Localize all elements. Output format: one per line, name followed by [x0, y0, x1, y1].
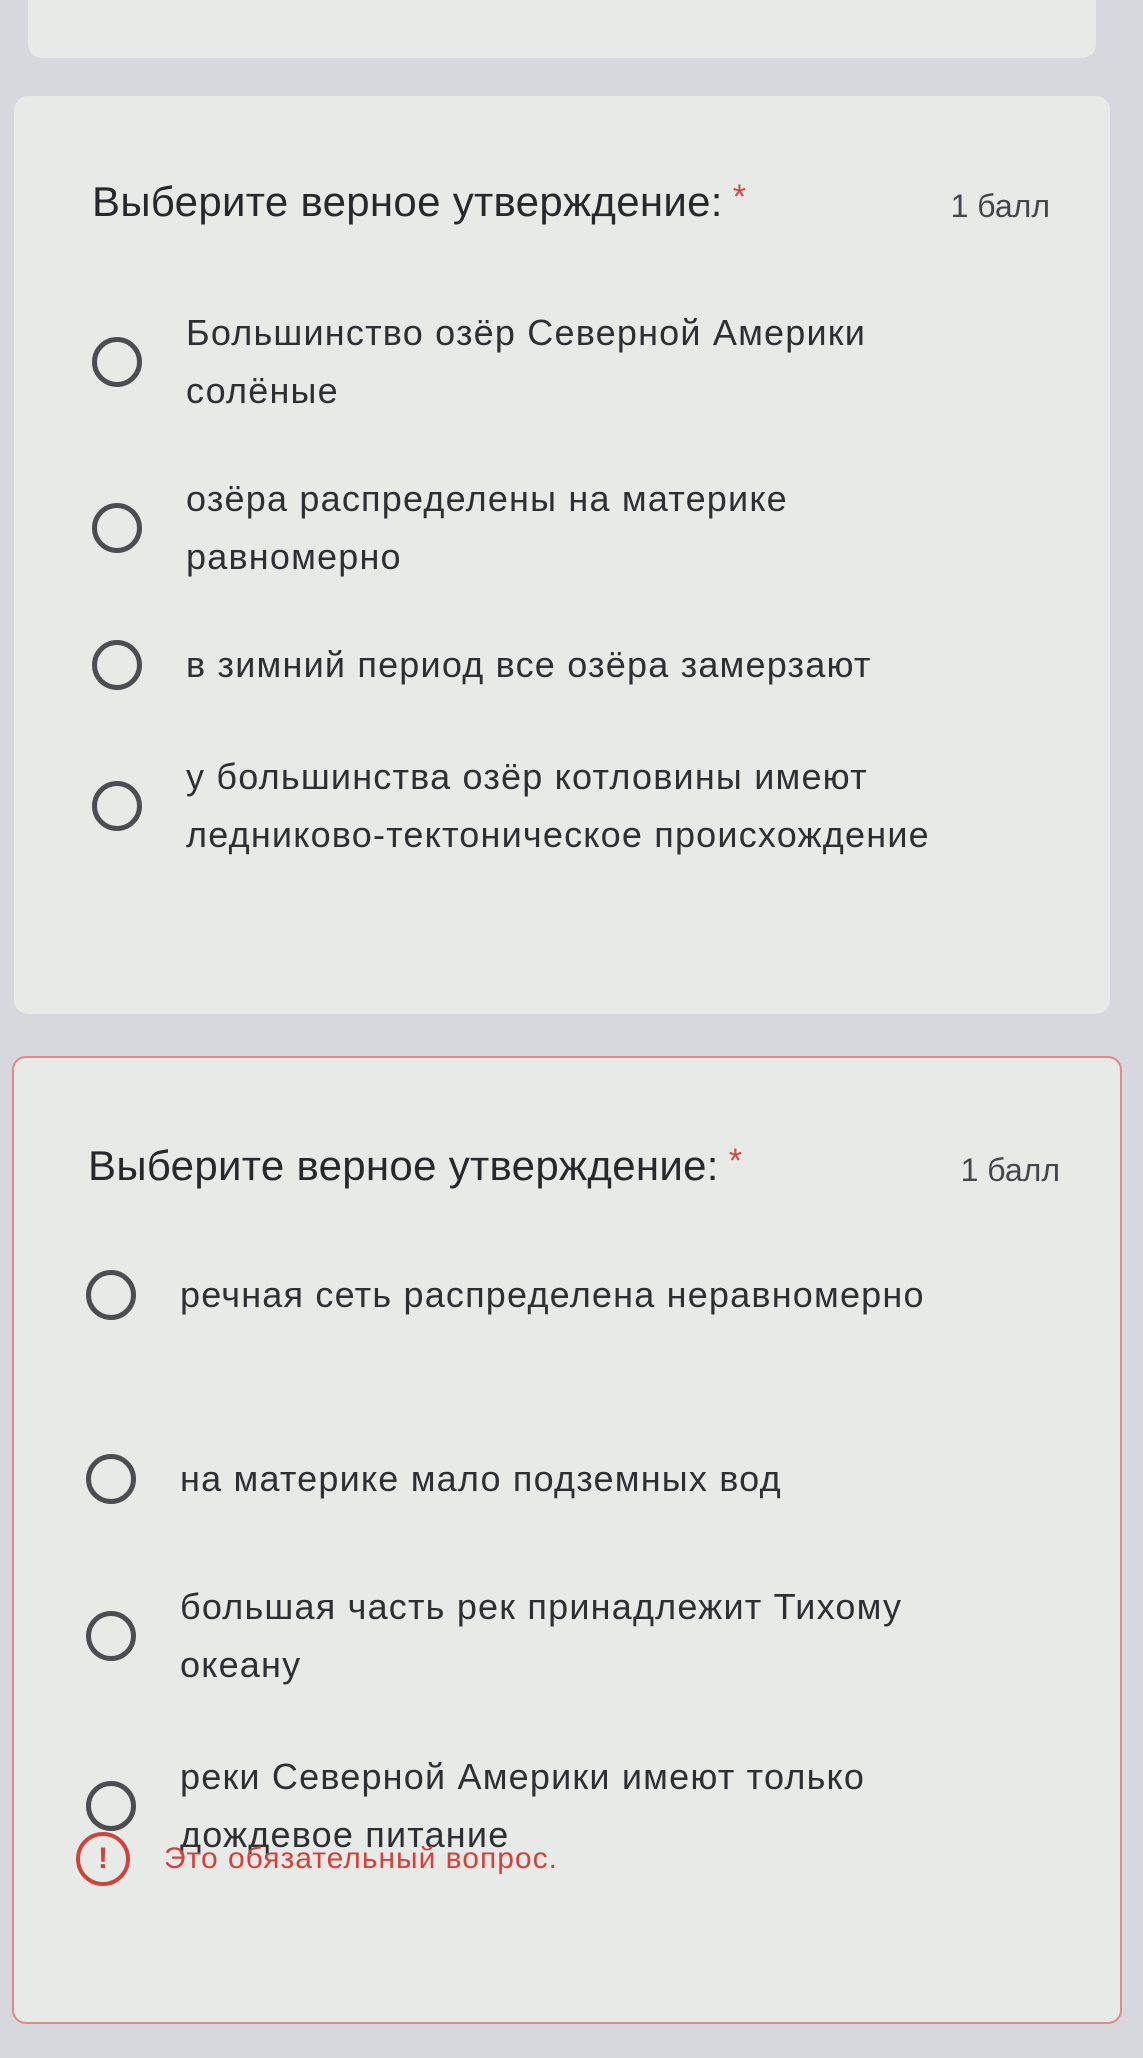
option-label: Большинство озёр Северной Америки солёны…: [186, 312, 867, 411]
question-title: Выберите верное утверждение:: [92, 178, 723, 225]
question-header: Выберите верное утверждение: * 1 балл: [92, 178, 1050, 226]
option-2[interactable]: озёра распределены на материке равномерн…: [92, 470, 1060, 586]
question-title: Выберите верное утверждение:: [88, 1142, 719, 1189]
option-1[interactable]: речная сеть распределена неравномерно: [86, 1266, 1070, 1324]
radio-button[interactable]: [92, 337, 142, 387]
option-label: речная сеть распределена неравномерно: [180, 1274, 925, 1315]
option-4[interactable]: у большинства озёр котловины имеют ледни…: [92, 748, 1060, 864]
radio-button[interactable]: [86, 1611, 136, 1661]
option-label: на материке мало подземных вод: [180, 1458, 782, 1499]
previous-question-card: [28, 0, 1096, 58]
question-title-wrap: Выберите верное утверждение: *: [88, 1142, 742, 1190]
alert-icon: !: [76, 1832, 130, 1886]
required-asterisk: *: [732, 178, 746, 216]
option-1[interactable]: Большинство озёр Северной Америки солёны…: [92, 304, 1060, 420]
question-card-1: Выберите верное утверждение: * 1 балл Бол…: [14, 96, 1110, 1014]
radio-button[interactable]: [86, 1270, 136, 1320]
radio-button[interactable]: [86, 1781, 136, 1831]
option-2[interactable]: на материке мало подземных вод: [86, 1450, 1070, 1508]
radio-button[interactable]: [92, 781, 142, 831]
question-header: Выберите верное утверждение: * 1 балл: [88, 1142, 1060, 1190]
radio-button[interactable]: [92, 503, 142, 553]
option-label: большая часть рек принадлежит Тихому оке…: [180, 1586, 903, 1685]
option-label: озёра распределены на материке равномерн…: [186, 478, 788, 577]
option-label: у большинства озёр котловины имеют ледни…: [186, 756, 930, 855]
option-3[interactable]: в зимний период все озёра замерзают: [92, 636, 1060, 694]
option-3[interactable]: большая часть рек принадлежит Тихому оке…: [86, 1578, 1070, 1694]
error-message: Это обязательный вопрос.: [164, 1842, 558, 1875]
question-points: 1 балл: [960, 1152, 1060, 1188]
option-label: в зимний период все озёра замерзают: [186, 644, 872, 685]
question-title-wrap: Выберите верное утверждение: *: [92, 178, 746, 226]
required-asterisk: *: [728, 1142, 742, 1180]
required-error: ! Это обязательный вопрос.: [76, 1832, 558, 1886]
radio-button[interactable]: [92, 640, 142, 690]
question-points: 1 балл: [950, 188, 1050, 224]
radio-button[interactable]: [86, 1454, 136, 1504]
